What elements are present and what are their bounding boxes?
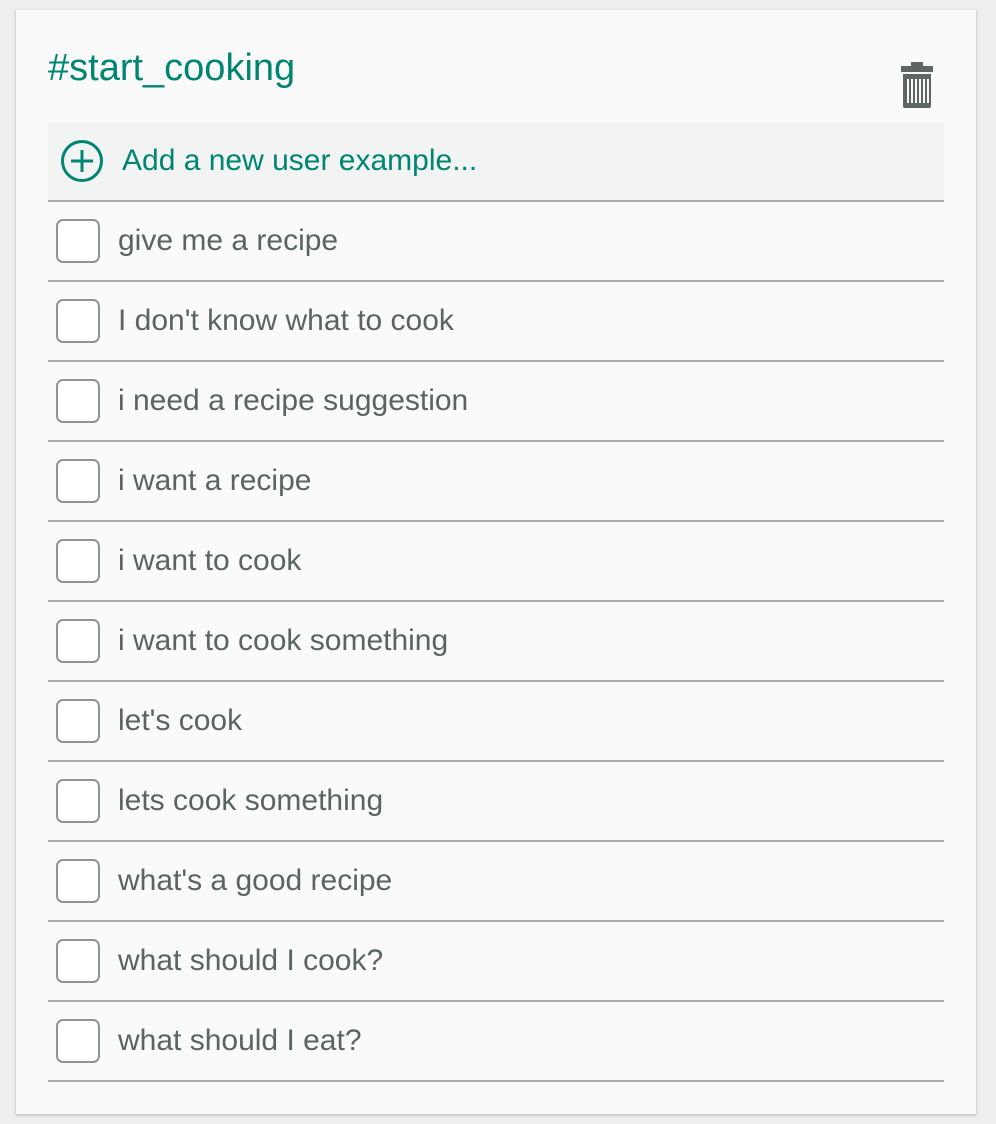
example-text[interactable]: what's a good recipe <box>118 864 392 898</box>
example-checkbox[interactable] <box>56 539 100 583</box>
example-checkbox[interactable] <box>56 1019 100 1063</box>
example-text[interactable]: lets cook something <box>118 784 383 818</box>
intent-title: #start_cooking <box>48 47 296 89</box>
example-checkbox[interactable] <box>56 379 100 423</box>
trash-icon[interactable] <box>900 62 934 108</box>
example-text[interactable]: what should I cook? <box>118 944 383 978</box>
example-checkbox[interactable] <box>56 219 100 263</box>
example-text[interactable]: I don't know what to cook <box>118 304 454 338</box>
example-text[interactable]: i want a recipe <box>118 464 311 498</box>
example-checkbox[interactable] <box>56 939 100 983</box>
example-text[interactable]: let's cook <box>118 704 242 738</box>
list-item: what should I cook? <box>48 922 944 1002</box>
list-item: i need a recipe suggestion <box>48 362 944 442</box>
intent-card: #start_cooking Add a new user example...… <box>16 10 976 1114</box>
example-checkbox[interactable] <box>56 459 100 503</box>
list-item: what should I eat? <box>48 1002 944 1082</box>
example-text[interactable]: i want to cook <box>118 544 301 578</box>
example-checkbox[interactable] <box>56 779 100 823</box>
list-item: lets cook something <box>48 762 944 842</box>
list-item: i want to cook something <box>48 602 944 682</box>
example-checkbox[interactable] <box>56 859 100 903</box>
list-item: i want a recipe <box>48 442 944 522</box>
add-example-label: Add a new user example... <box>122 144 478 177</box>
add-example-button[interactable]: Add a new user example... <box>48 122 944 202</box>
list-item: what's a good recipe <box>48 842 944 922</box>
example-checkbox[interactable] <box>56 299 100 343</box>
examples-list: Add a new user example... give me a reci… <box>48 122 944 1082</box>
list-item: give me a recipe <box>48 202 944 282</box>
example-checkbox[interactable] <box>56 619 100 663</box>
example-text[interactable]: i need a recipe suggestion <box>118 384 468 418</box>
example-checkbox[interactable] <box>56 699 100 743</box>
plus-circle-icon <box>61 140 103 182</box>
example-text[interactable]: what should I eat? <box>118 1024 362 1058</box>
list-item: i want to cook <box>48 522 944 602</box>
list-item: I don't know what to cook <box>48 282 944 362</box>
example-text[interactable]: i want to cook something <box>118 624 448 658</box>
intent-header: #start_cooking <box>48 44 944 108</box>
list-item: let's cook <box>48 682 944 762</box>
example-text[interactable]: give me a recipe <box>118 224 338 258</box>
